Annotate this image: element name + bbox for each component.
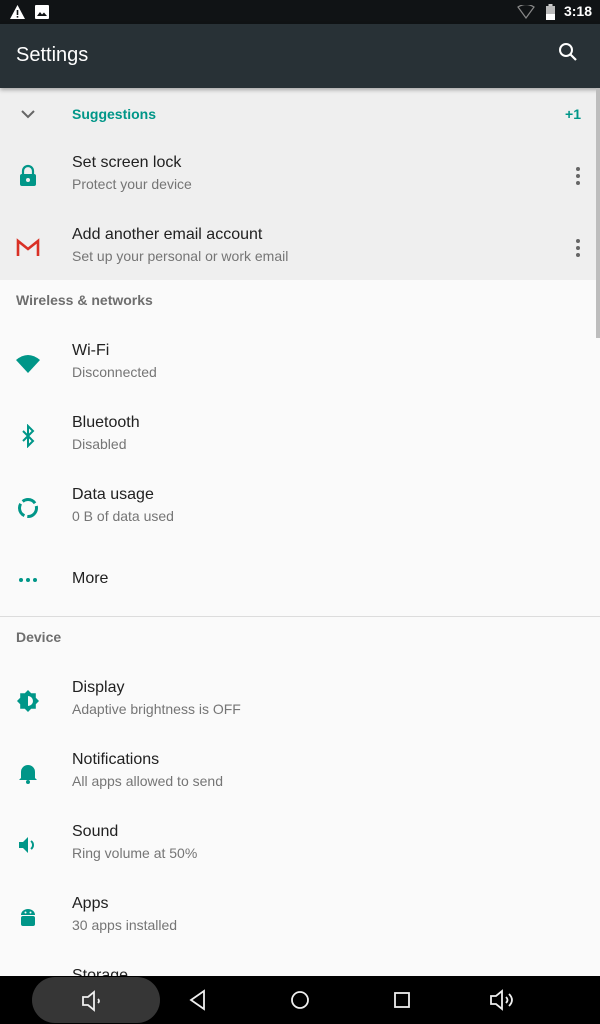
status-bar: 3:18 (0, 0, 600, 24)
battery-icon (546, 4, 555, 20)
wifi-icon (16, 355, 40, 373)
item-subtitle: Protect your device (72, 176, 192, 192)
settings-item-more[interactable]: More (0, 544, 600, 616)
settings-item-notifications[interactable]: Notifications All apps allowed to send (0, 737, 600, 809)
page-title: Settings (16, 44, 89, 66)
item-title: Data usage (72, 486, 154, 503)
item-title: Notifications (72, 751, 160, 768)
scrollbar[interactable] (596, 88, 600, 338)
section-header-wireless: Wireless & networks (0, 280, 600, 320)
data-usage-icon (18, 498, 38, 518)
suggestion-add-email[interactable]: Add another email account Set up your pe… (0, 212, 600, 284)
overflow-menu-icon[interactable] (572, 166, 584, 186)
section-title: Wireless & networks (16, 292, 153, 308)
item-subtitle: Ring volume at 50% (72, 845, 198, 861)
bell-icon (19, 765, 37, 784)
android-icon (21, 909, 35, 926)
navigation-bar (0, 976, 600, 1024)
volume-down-icon[interactable] (80, 989, 108, 1013)
settings-item-apps[interactable]: Apps 30 apps installed (0, 881, 600, 953)
section-title: Device (16, 629, 62, 645)
item-subtitle: Disabled (72, 436, 127, 452)
clock: 3:18 (563, 3, 592, 19)
back-icon[interactable] (186, 988, 210, 1012)
settings-item-storage[interactable]: Storage (0, 953, 600, 976)
item-subtitle: 30 apps installed (72, 917, 178, 933)
warning-icon (10, 5, 25, 19)
lock-icon (20, 164, 36, 186)
recents-icon[interactable] (390, 988, 414, 1012)
settings-item-display[interactable]: Display Adaptive brightness is OFF (0, 665, 600, 737)
volume-up-icon[interactable] (488, 988, 520, 1012)
brightness-icon (17, 690, 39, 712)
settings-item-sound[interactable]: Sound Ring volume at 50% (0, 809, 600, 881)
item-title: Wi-Fi (72, 342, 110, 359)
search-icon[interactable] (558, 42, 578, 62)
item-title: More (72, 570, 109, 587)
item-subtitle: Set up your personal or work email (72, 248, 289, 264)
suggestions-label: Suggestions (72, 106, 157, 122)
suggestions-count: +1 (565, 106, 581, 122)
suggestion-set-screen-lock[interactable]: Set screen lock Protect your device (0, 140, 600, 212)
app-bar: Settings (0, 24, 600, 88)
item-title: Display (72, 679, 125, 696)
suggestions-panel: Suggestions +1 Set screen lock Protect y… (0, 88, 600, 280)
item-title: Sound (72, 823, 119, 840)
settings-item-bluetooth[interactable]: Bluetooth Disabled (0, 400, 600, 472)
item-subtitle: All apps allowed to send (72, 773, 223, 789)
more-horiz-icon (19, 578, 37, 582)
volume-down-button[interactable] (32, 977, 160, 1023)
section-header-device: Device (0, 617, 600, 657)
suggestions-header[interactable]: Suggestions +1 (0, 88, 600, 140)
bluetooth-icon (22, 424, 35, 448)
wifi-outline-icon (517, 5, 535, 19)
image-icon (35, 5, 49, 19)
item-title: Bluetooth (72, 414, 140, 431)
gmail-icon (16, 238, 40, 256)
item-title: Add another email account (72, 226, 263, 243)
settings-item-data-usage[interactable]: Data usage 0 B of data used (0, 472, 600, 544)
volume-icon (19, 837, 34, 853)
item-title: Apps (72, 895, 109, 912)
item-title: Set screen lock (72, 154, 182, 171)
item-subtitle: 0 B of data used (72, 508, 174, 524)
item-title: Storage (72, 967, 129, 976)
settings-list: Suggestions +1 Set screen lock Protect y… (0, 88, 600, 976)
settings-item-wifi[interactable]: Wi-Fi Disconnected (0, 328, 600, 400)
item-subtitle: Adaptive brightness is OFF (72, 701, 241, 717)
chevron-down-icon[interactable] (20, 106, 36, 122)
home-icon[interactable] (288, 988, 312, 1012)
item-subtitle: Disconnected (72, 364, 157, 380)
overflow-menu-icon[interactable] (572, 238, 584, 258)
